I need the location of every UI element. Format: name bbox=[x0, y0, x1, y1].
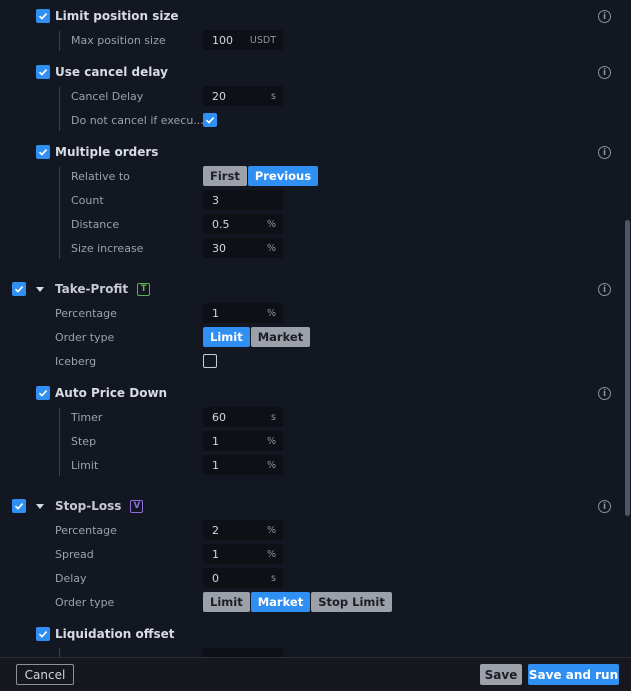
count-label: Count bbox=[71, 194, 104, 207]
liquidation-offset-checkbox[interactable] bbox=[36, 627, 50, 641]
tp-percentage-label: Percentage bbox=[55, 307, 117, 320]
size-increase-input[interactable]: 30 % bbox=[203, 238, 283, 258]
bot-settings-panel: Limit position size i Max position size … bbox=[0, 0, 631, 691]
iceberg-checkbox[interactable] bbox=[203, 354, 217, 368]
cancel-button[interactable]: Cancel bbox=[16, 664, 74, 685]
sl-percentage-label: Percentage bbox=[55, 524, 117, 537]
sl-order-type-limit-button[interactable]: Limit bbox=[203, 592, 250, 612]
count-input[interactable]: 3 bbox=[203, 190, 283, 210]
sl-order-type-segmented[interactable]: Limit Market Stop Limit bbox=[203, 592, 393, 612]
tp-order-type-segmented[interactable]: Limit Market bbox=[203, 327, 311, 347]
delay-input[interactable]: 0 s bbox=[203, 568, 283, 588]
auto-price-down-title: Auto Price Down bbox=[55, 386, 168, 400]
auto-price-down-row[interactable]: Auto Price Down bbox=[36, 383, 167, 403]
use-cancel-delay-title: Use cancel delay bbox=[55, 65, 168, 79]
use-cancel-delay-checkbox[interactable] bbox=[36, 65, 50, 79]
auto-price-down-checkbox[interactable] bbox=[36, 386, 50, 400]
stop-loss-checkbox[interactable] bbox=[12, 499, 26, 513]
stop-loss-badge-icon: V bbox=[130, 499, 144, 513]
apd-limit-input[interactable]: 1 % bbox=[203, 455, 283, 475]
stop-loss-info-icon[interactable]: i bbox=[598, 500, 611, 513]
auto-price-down-indent bbox=[59, 408, 60, 476]
save-button[interactable]: Save bbox=[480, 664, 522, 685]
take-profit-badge-icon: T bbox=[137, 282, 151, 296]
use-cancel-delay-row[interactable]: Use cancel delay bbox=[36, 62, 168, 82]
limit-position-size-checkbox[interactable] bbox=[36, 9, 50, 23]
multiple-orders-row[interactable]: Multiple orders bbox=[36, 142, 158, 162]
relative-to-segmented[interactable]: First Previous bbox=[203, 166, 319, 186]
use-cancel-delay-info-icon[interactable]: i bbox=[598, 66, 611, 79]
take-profit-checkbox[interactable] bbox=[12, 282, 26, 296]
step-label: Step bbox=[71, 435, 97, 448]
tp-percentage-input[interactable]: 1 % bbox=[203, 303, 283, 323]
auto-price-down-info-icon[interactable]: i bbox=[598, 387, 611, 400]
spread-label: Spread bbox=[55, 548, 94, 561]
step-input[interactable]: 1 % bbox=[203, 431, 283, 451]
distance-input[interactable]: 0.5 % bbox=[203, 214, 283, 234]
limit-position-size-indent bbox=[59, 31, 60, 51]
cancel-delay-label: Cancel Delay bbox=[71, 90, 144, 103]
cancel-delay-input[interactable]: 20 s bbox=[203, 86, 283, 106]
use-cancel-delay-indent bbox=[59, 87, 60, 131]
max-position-size-input[interactable]: 100 USDT bbox=[203, 30, 283, 50]
delay-label: Delay bbox=[55, 572, 87, 585]
tp-order-type-market-button[interactable]: Market bbox=[250, 327, 311, 347]
relative-to-first-button[interactable]: First bbox=[203, 166, 247, 186]
take-profit-info-icon[interactable]: i bbox=[598, 283, 611, 296]
do-not-cancel-checkbox[interactable] bbox=[203, 113, 217, 127]
limit-position-size-info-icon[interactable]: i bbox=[598, 10, 611, 23]
do-not-cancel-label: Do not cancel if execu... bbox=[71, 114, 204, 127]
take-profit-collapse-icon[interactable] bbox=[36, 286, 44, 292]
tp-order-type-limit-button[interactable]: Limit bbox=[203, 327, 250, 347]
multiple-orders-checkbox[interactable] bbox=[36, 145, 50, 159]
stop-loss-collapse-icon[interactable] bbox=[36, 503, 44, 509]
sl-order-type-label: Order type bbox=[55, 596, 115, 609]
scrollbar-thumb[interactable] bbox=[625, 220, 630, 516]
apd-limit-label: Limit bbox=[71, 459, 99, 472]
sl-percentage-input[interactable]: 2 % bbox=[203, 520, 283, 540]
size-increase-label: Size increase bbox=[71, 242, 144, 255]
stop-loss-header[interactable]: Stop-Loss V bbox=[12, 496, 144, 516]
multiple-orders-indent bbox=[59, 167, 60, 259]
timer-input[interactable]: 60 s bbox=[203, 407, 283, 427]
sl-order-type-market-button[interactable]: Market bbox=[250, 592, 311, 612]
stop-loss-title: Stop-Loss bbox=[55, 499, 122, 513]
liquidation-offset-input-partial[interactable] bbox=[203, 648, 283, 657]
limit-position-size-title: Limit position size bbox=[55, 9, 179, 23]
relative-to-label: Relative to bbox=[71, 170, 130, 183]
multiple-orders-title: Multiple orders bbox=[55, 145, 159, 159]
sl-order-type-stop-limit-button[interactable]: Stop Limit bbox=[311, 592, 392, 612]
spread-input[interactable]: 1 % bbox=[203, 544, 283, 564]
save-and-run-button[interactable]: Save and run bbox=[528, 664, 619, 685]
take-profit-title: Take-Profit bbox=[55, 282, 129, 296]
iceberg-label: Iceberg bbox=[55, 355, 97, 368]
limit-position-size-row[interactable]: Limit position size bbox=[36, 6, 179, 26]
liquidation-offset-title: Liquidation offset bbox=[55, 627, 175, 641]
timer-label: Timer bbox=[71, 411, 103, 424]
liquidation-offset-row[interactable]: Liquidation offset bbox=[36, 624, 175, 644]
multiple-orders-info-icon[interactable]: i bbox=[598, 146, 611, 159]
take-profit-header[interactable]: Take-Profit T bbox=[12, 279, 151, 299]
distance-label: Distance bbox=[71, 218, 120, 231]
tp-order-type-label: Order type bbox=[55, 331, 115, 344]
relative-to-previous-button[interactable]: Previous bbox=[247, 166, 319, 186]
max-position-size-label: Max position size bbox=[71, 34, 166, 47]
liquidation-offset-indent bbox=[59, 648, 60, 657]
